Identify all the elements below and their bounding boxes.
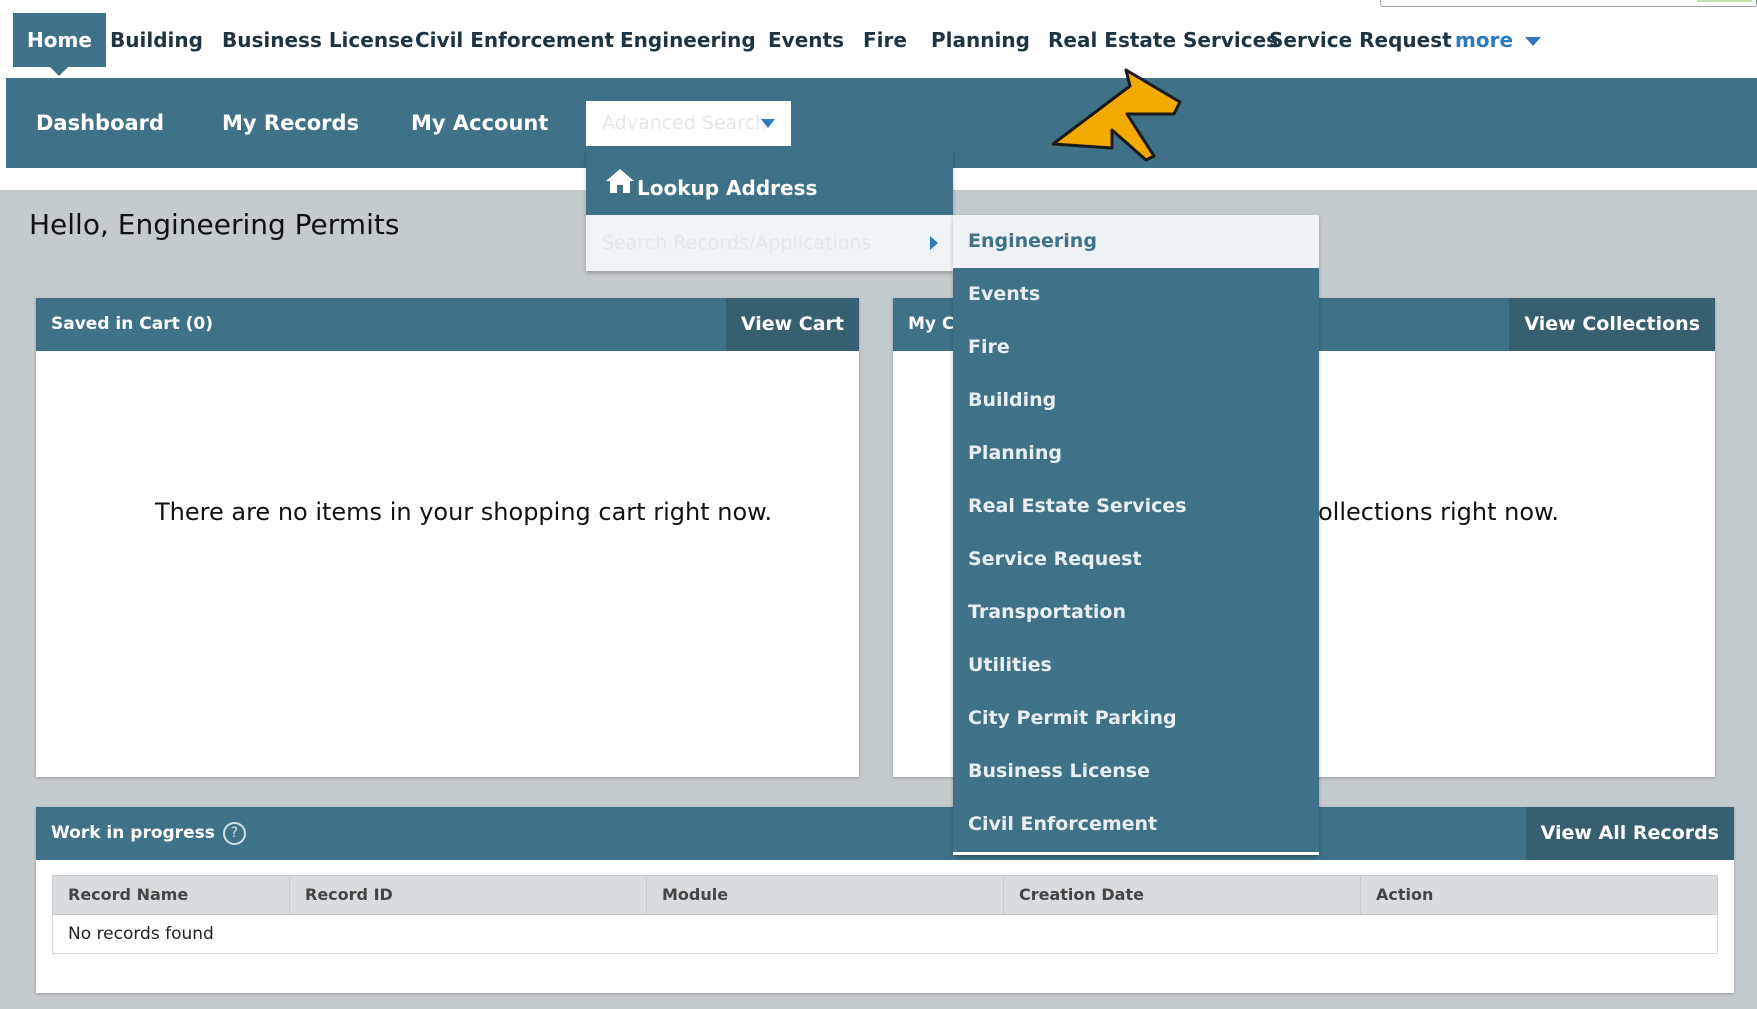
help-icon[interactable]: ? [222,821,246,845]
tab-more-label: more [1455,28,1514,52]
work-panel-title-text: Work in progress [51,823,215,843]
advanced-search-menu: Lookup Address Search Records/Applicatio… [586,150,953,271]
nav-my-account[interactable]: My Account [411,78,548,168]
column-record-name[interactable]: Record Name [53,876,289,914]
cart-panel-header: Saved in Cart (0) View Cart [36,298,859,351]
submenu-label: Building [968,389,1057,411]
nav-my-records[interactable]: My Records [222,78,359,168]
advanced-search-label: Advanced Search [602,112,768,134]
submenu-label: Civil Enforcement [968,813,1158,835]
submenu-label: Business License [968,760,1150,782]
nav-dashboard[interactable]: Dashboard [36,78,164,168]
page-title: Hello, Engineering Permits [29,208,400,241]
submenu-item-civil-enforcement[interactable]: Civil Enforcement [953,798,1319,851]
submenu-item-building[interactable]: Building [953,374,1319,427]
chevron-down-icon [1525,37,1542,46]
menu-item-lookup-address[interactable]: Lookup Address [586,150,953,215]
submenu-item-utilities[interactable]: Utilities [953,639,1319,692]
work-panel-title: Work in progress? [51,807,246,860]
submenu-label: Fire [968,336,1010,358]
submenu-label: Service Request [968,548,1142,570]
submenu-label: Transportation [968,601,1127,623]
screen: Home Building Business License Civil Enf… [0,0,1757,1009]
table-row: No records found [52,915,1718,954]
records-table: Record Name Record ID Module Creation Da… [52,875,1718,954]
work-panel-header: Work in progress? View All Records [36,807,1734,860]
tab-home-label: Home [27,28,92,52]
submenu-item-city-permit-parking[interactable]: City Permit Parking [953,692,1319,745]
cart-panel-title: Saved in Cart (0) [51,314,214,334]
menu-item-search-records[interactable]: Search Records/Applications [586,215,953,271]
submenu-item-transportation[interactable]: Transportation [953,586,1319,639]
module-tab-bar: Home Building Business License Civil Enf… [6,0,1757,78]
submenu-item-planning[interactable]: Planning [953,427,1319,480]
tab-events[interactable]: Events [768,13,844,67]
submenu-item-service-request[interactable]: Service Request [953,533,1319,586]
submenu-label: City Permit Parking [968,707,1177,729]
submenu-label: Planning [968,442,1062,464]
tab-home[interactable]: Home [13,13,106,76]
submenu-item-events[interactable]: Events [953,268,1319,321]
view-collections-button[interactable]: View Collections [1509,298,1715,351]
submenu-label: Real Estate Services [968,495,1187,517]
tab-planning[interactable]: Planning [931,13,1030,67]
search-button-edge [1697,0,1752,2]
tab-engineering[interactable]: Engineering [620,13,756,67]
column-module[interactable]: Module [646,876,1003,914]
submenu-item-business-license[interactable]: Business License [953,745,1319,798]
active-tab-notch [50,67,69,76]
tab-service-request[interactable]: Service Request [1269,13,1452,67]
submenu-label: Engineering [968,230,1097,252]
work-in-progress-panel: Work in progress? View All Records Recor… [36,807,1734,993]
records-table-header: Record Name Record ID Module Creation Da… [52,875,1718,915]
submenu-item-fire[interactable]: Fire [953,321,1319,374]
cart-panel: Saved in Cart (0) View Cart There are no… [36,298,859,777]
collections-panel-title: My C [908,314,955,334]
view-all-records-button[interactable]: View All Records [1525,807,1734,860]
pointer-arrow-icon [1052,68,1182,162]
cart-empty-message: There are no items in your shopping cart… [155,498,773,526]
tab-fire[interactable]: Fire [863,13,907,67]
search-records-submenu: Engineering Events Fire Building Plannin… [953,215,1319,855]
tab-building[interactable]: Building [110,13,203,67]
view-cart-button[interactable]: View Cart [725,298,859,351]
column-record-id[interactable]: Record ID [289,876,646,914]
search-records-label: Search Records/Applications [602,232,872,254]
no-records-message: No records found [68,924,214,944]
global-search-box[interactable] [1380,0,1757,7]
submenu-item-real-estate-services[interactable]: Real Estate Services [953,480,1319,533]
column-action[interactable]: Action [1360,876,1717,914]
advanced-search-button[interactable]: Advanced Search [586,101,791,146]
lookup-address-label: Lookup Address [637,176,818,200]
tab-more[interactable]: more [1455,13,1542,67]
tab-real-estate-services[interactable]: Real Estate Services [1048,13,1278,67]
submenu-item-engineering[interactable]: Engineering [953,215,1319,268]
chevron-down-icon [761,119,775,128]
submenu-label: Events [968,283,1041,305]
chevron-right-icon [930,236,938,250]
tab-civil-enforcement[interactable]: Civil Enforcement [415,13,614,67]
home-icon [606,169,634,193]
submenu-label: Utilities [968,654,1052,676]
column-creation-date[interactable]: Creation Date [1003,876,1360,914]
collections-empty-message: ollections right now. [1318,498,1560,526]
dashboard-content: Hello, Engineering Permits Saved in Cart… [0,190,1757,1009]
tab-business-license[interactable]: Business License [222,13,414,67]
